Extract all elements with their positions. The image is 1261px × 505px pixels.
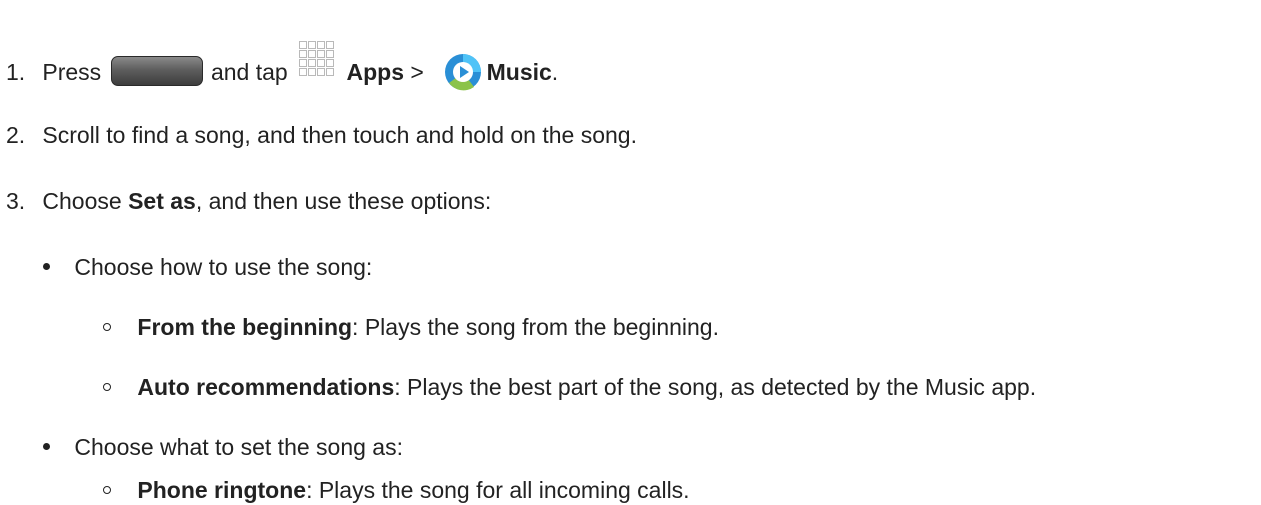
- option-desc: : Plays the best part of the song, as de…: [394, 374, 1037, 400]
- bullet-item: Choose how to use the song:: [43, 252, 372, 282]
- apps-grid-icon: [298, 40, 336, 85]
- music-label: Music: [486, 59, 552, 85]
- step-number: 1.: [6, 59, 26, 85]
- sub-bullet-item: Phone ringtone: Plays the song for all i…: [103, 475, 690, 505]
- step-text-choose: Choose: [42, 188, 129, 214]
- option-title: Phone ringtone: [137, 477, 307, 503]
- option-title: Auto recommendations: [137, 374, 395, 400]
- bullet-text: Choose how to use the song:: [74, 254, 373, 280]
- step-end: .: [551, 59, 559, 85]
- apps-label: Apps: [346, 59, 405, 85]
- step-3: 3. Choose Set as, and then use these opt…: [6, 186, 491, 216]
- sub-bullet-item: Auto recommendations: Plays the best par…: [103, 372, 1036, 402]
- set-as-label: Set as: [128, 188, 196, 214]
- option-desc: : Plays the song from the beginning.: [352, 314, 719, 340]
- circle-bullet-icon: [103, 382, 111, 391]
- sub-bullet-item: From the beginning: Plays the song from …: [103, 312, 719, 342]
- step-text-press: Press: [42, 59, 102, 85]
- music-app-icon: [443, 52, 483, 99]
- step-number: 2.: [6, 122, 26, 148]
- step-1: 1. Press and tap Apps > Music.: [6, 41, 559, 99]
- step-2: 2. Scroll to find a song, and then touch…: [6, 120, 637, 150]
- step-text: Scroll to find a song, and then touch an…: [42, 122, 637, 148]
- bullet-text: Choose what to set the song as:: [74, 434, 403, 460]
- circle-bullet-icon: [103, 485, 111, 494]
- bullet-dot-icon: [43, 443, 50, 451]
- option-desc: : Plays the song for all incoming calls.: [306, 477, 690, 503]
- step-text-rest: , and then use these options:: [195, 188, 492, 214]
- separator: >: [404, 59, 431, 85]
- step-number: 3.: [6, 188, 26, 214]
- option-title: From the beginning: [137, 314, 353, 340]
- bullet-dot-icon: [43, 263, 50, 271]
- step-text-and-tap: and tap: [210, 59, 288, 85]
- home-key-icon: [110, 56, 203, 86]
- bullet-item: Choose what to set the song as:: [43, 432, 403, 462]
- circle-bullet-icon: [103, 322, 111, 331]
